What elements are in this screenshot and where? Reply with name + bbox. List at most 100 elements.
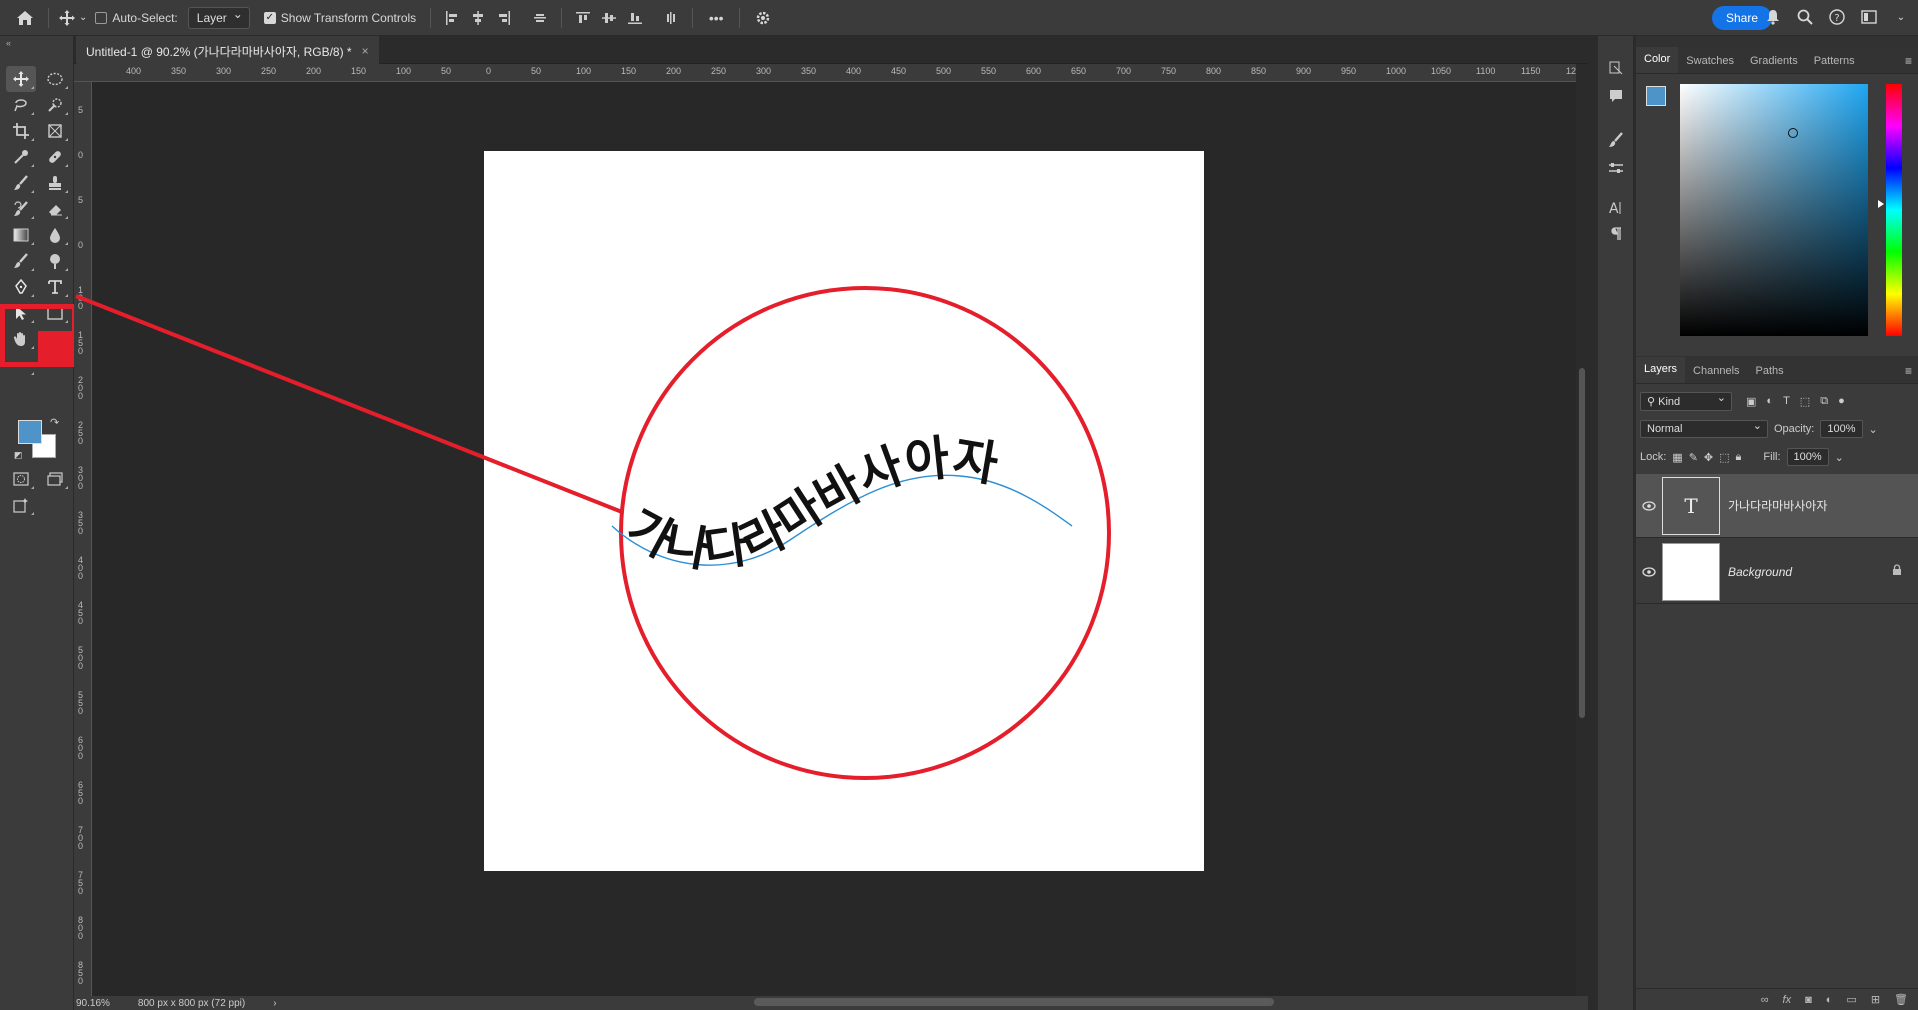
ruler-horizontal[interactable]: 400 350 300 250 200 150 100 50 0 50 100 150 200 250 30… bbox=[74, 64, 1588, 82]
search-icon[interactable] bbox=[1794, 6, 1816, 28]
comments-icon[interactable] bbox=[1604, 84, 1628, 108]
dodge-tool-icon[interactable] bbox=[6, 248, 36, 274]
blur-tool-icon[interactable] bbox=[40, 222, 70, 248]
align-horizontal-centers-icon[interactable] bbox=[467, 7, 489, 29]
background-layer-thumbnail[interactable] bbox=[1662, 542, 1720, 601]
filter-adjustment-icon[interactable]: ◐ bbox=[1766, 395, 1773, 408]
character-panel-icon[interactable]: A bbox=[1604, 196, 1628, 220]
filter-shape-icon[interactable]: ⬚ bbox=[1800, 395, 1810, 408]
horizontal-scroll-thumb[interactable] bbox=[754, 998, 1274, 1006]
filter-toggle-icon[interactable]: ● bbox=[1838, 395, 1845, 408]
generative-fill-icon[interactable] bbox=[6, 492, 36, 518]
healing-brush-icon[interactable] bbox=[40, 144, 70, 170]
layer-name[interactable]: 가나다라마바사아자 bbox=[1728, 497, 1827, 514]
opacity-input[interactable]: 100% bbox=[1820, 420, 1863, 438]
move-tool-icon[interactable] bbox=[6, 66, 36, 92]
burn-tool-icon[interactable] bbox=[40, 248, 70, 274]
vertical-scrollbar[interactable] bbox=[1576, 64, 1588, 996]
history-brush-icon[interactable] bbox=[6, 196, 36, 222]
default-colors-icon[interactable]: ◩ bbox=[14, 450, 23, 461]
type-tool-icon[interactable] bbox=[40, 274, 70, 300]
lock-image-icon[interactable]: ✎ bbox=[1689, 451, 1698, 464]
show-transform-box[interactable]: ✓ bbox=[263, 11, 276, 24]
lock-all-icon[interactable]: 🔒︎ bbox=[1736, 451, 1742, 464]
layers-menu-icon[interactable]: ≡ bbox=[1905, 364, 1912, 378]
ruler-vertical[interactable]: 5 0 5 0 100 150 200 250 300 350 400 450 500 550 600 650… bbox=[74, 82, 92, 996]
filter-smart-object-icon[interactable]: ⧉ bbox=[1820, 395, 1828, 408]
new-group-icon[interactable]: ▭ bbox=[1846, 993, 1856, 1006]
lock-artboard-icon[interactable]: ⬚ bbox=[1719, 451, 1729, 464]
eyedropper-icon[interactable] bbox=[6, 144, 36, 170]
clone-stamp-icon[interactable] bbox=[40, 170, 70, 196]
quick-selection-icon[interactable] bbox=[40, 92, 70, 118]
align-right-edges-icon[interactable] bbox=[493, 7, 515, 29]
tab-color[interactable]: Color bbox=[1636, 47, 1679, 73]
help-icon[interactable]: ? bbox=[1826, 6, 1848, 28]
status-menu-arrow[interactable]: › bbox=[273, 998, 276, 1009]
eraser-tool-icon[interactable] bbox=[40, 196, 70, 222]
new-layer-icon[interactable]: ⊞ bbox=[1871, 993, 1880, 1006]
home-icon[interactable] bbox=[12, 4, 38, 32]
more-options-button[interactable]: ••• bbox=[703, 4, 729, 32]
layer-row-background[interactable]: Background bbox=[1636, 540, 1918, 604]
tab-channels[interactable]: Channels bbox=[1685, 365, 1747, 383]
screen-mode-icon[interactable] bbox=[40, 466, 70, 492]
document-canvas[interactable] bbox=[484, 151, 1204, 871]
color-panel-foreground-swatch[interactable] bbox=[1646, 86, 1666, 106]
auto-select-target-dropdown[interactable]: Layer bbox=[187, 6, 250, 29]
trash-icon[interactable]: 🗑︎ bbox=[1894, 993, 1908, 1006]
swap-colors-icon[interactable]: ↷ bbox=[50, 416, 59, 429]
add-mask-icon[interactable]: ◙ bbox=[1805, 994, 1812, 1006]
lasso-tool-icon[interactable] bbox=[6, 92, 36, 118]
tab-paths[interactable]: Paths bbox=[1748, 365, 1792, 383]
lock-transparent-icon[interactable]: ▦ bbox=[1672, 451, 1682, 464]
hue-slider[interactable] bbox=[1886, 84, 1902, 336]
quick-mask-icon[interactable] bbox=[6, 466, 36, 492]
hamburger-menu-icon[interactable]: ≡ bbox=[1905, 54, 1912, 68]
brush-tool-icon[interactable] bbox=[6, 170, 36, 196]
eye-icon[interactable] bbox=[1636, 500, 1662, 511]
adjustment-layer-icon[interactable]: ◐ bbox=[1826, 994, 1833, 1006]
align-vertical-centers-icon[interactable] bbox=[598, 7, 620, 29]
layer-name[interactable]: Background bbox=[1728, 565, 1792, 579]
close-tab-icon[interactable]: × bbox=[362, 44, 369, 58]
distribute-horizontal-icon[interactable] bbox=[529, 7, 551, 29]
vertical-scroll-thumb[interactable] bbox=[1579, 368, 1585, 718]
fill-chevron-icon[interactable]: ⌄ bbox=[1835, 451, 1844, 464]
move-tool-preset-icon[interactable]: ⌄ bbox=[59, 4, 87, 32]
picker-cursor[interactable] bbox=[1788, 128, 1798, 138]
align-left-edges-icon[interactable] bbox=[441, 7, 463, 29]
paragraph-panel-icon[interactable] bbox=[1604, 222, 1628, 246]
elliptical-marquee-icon[interactable] bbox=[40, 66, 70, 92]
pen-tool-icon[interactable] bbox=[6, 274, 36, 300]
gradient-tool-icon[interactable] bbox=[6, 222, 36, 248]
hue-slider-handle[interactable] bbox=[1878, 200, 1884, 208]
type-layer-thumbnail[interactable]: T bbox=[1662, 476, 1720, 535]
show-transform-controls-checkbox[interactable]: ✓ Show Transform Controls bbox=[263, 11, 416, 25]
fill-input[interactable]: 100% bbox=[1786, 448, 1829, 466]
lock-position-icon[interactable]: ✥ bbox=[1704, 451, 1713, 464]
layer-style-fx-icon[interactable]: fx bbox=[1783, 994, 1792, 1006]
collapse-toolbar-icon[interactable]: « bbox=[6, 38, 11, 48]
eye-icon[interactable] bbox=[1636, 566, 1662, 577]
align-top-edges-icon[interactable] bbox=[572, 7, 594, 29]
workspace-icon[interactable] bbox=[1858, 6, 1880, 28]
tab-swatches[interactable]: Swatches bbox=[1678, 55, 1742, 73]
auto-select-checkbox[interactable]: Auto-Select: bbox=[95, 11, 178, 25]
blend-mode-dropdown[interactable]: Normal bbox=[1640, 419, 1768, 438]
link-layers-icon[interactable]: ∞ bbox=[1761, 994, 1769, 1006]
tab-gradients[interactable]: Gradients bbox=[1742, 55, 1806, 73]
crop-tool-icon[interactable] bbox=[6, 118, 36, 144]
tab-patterns[interactable]: Patterns bbox=[1806, 55, 1863, 73]
history-panel-icon[interactable] bbox=[1604, 56, 1628, 80]
adjustments-icon[interactable] bbox=[1604, 156, 1628, 180]
zoom-level[interactable]: 90.16% bbox=[76, 998, 110, 1009]
frame-tool-icon[interactable] bbox=[40, 118, 70, 144]
layer-row-text[interactable]: T 가나다라마바사아자 bbox=[1636, 474, 1918, 538]
distribute-vertical-icon[interactable] bbox=[660, 7, 682, 29]
canvas-workspace[interactable] bbox=[92, 82, 1576, 996]
filter-kind-dropdown[interactable]: ⚲ Kind bbox=[1640, 391, 1732, 411]
brush-settings-icon[interactable] bbox=[1604, 128, 1628, 152]
tab-layers[interactable]: Layers bbox=[1636, 357, 1686, 383]
foreground-color-swatch[interactable] bbox=[18, 420, 42, 444]
